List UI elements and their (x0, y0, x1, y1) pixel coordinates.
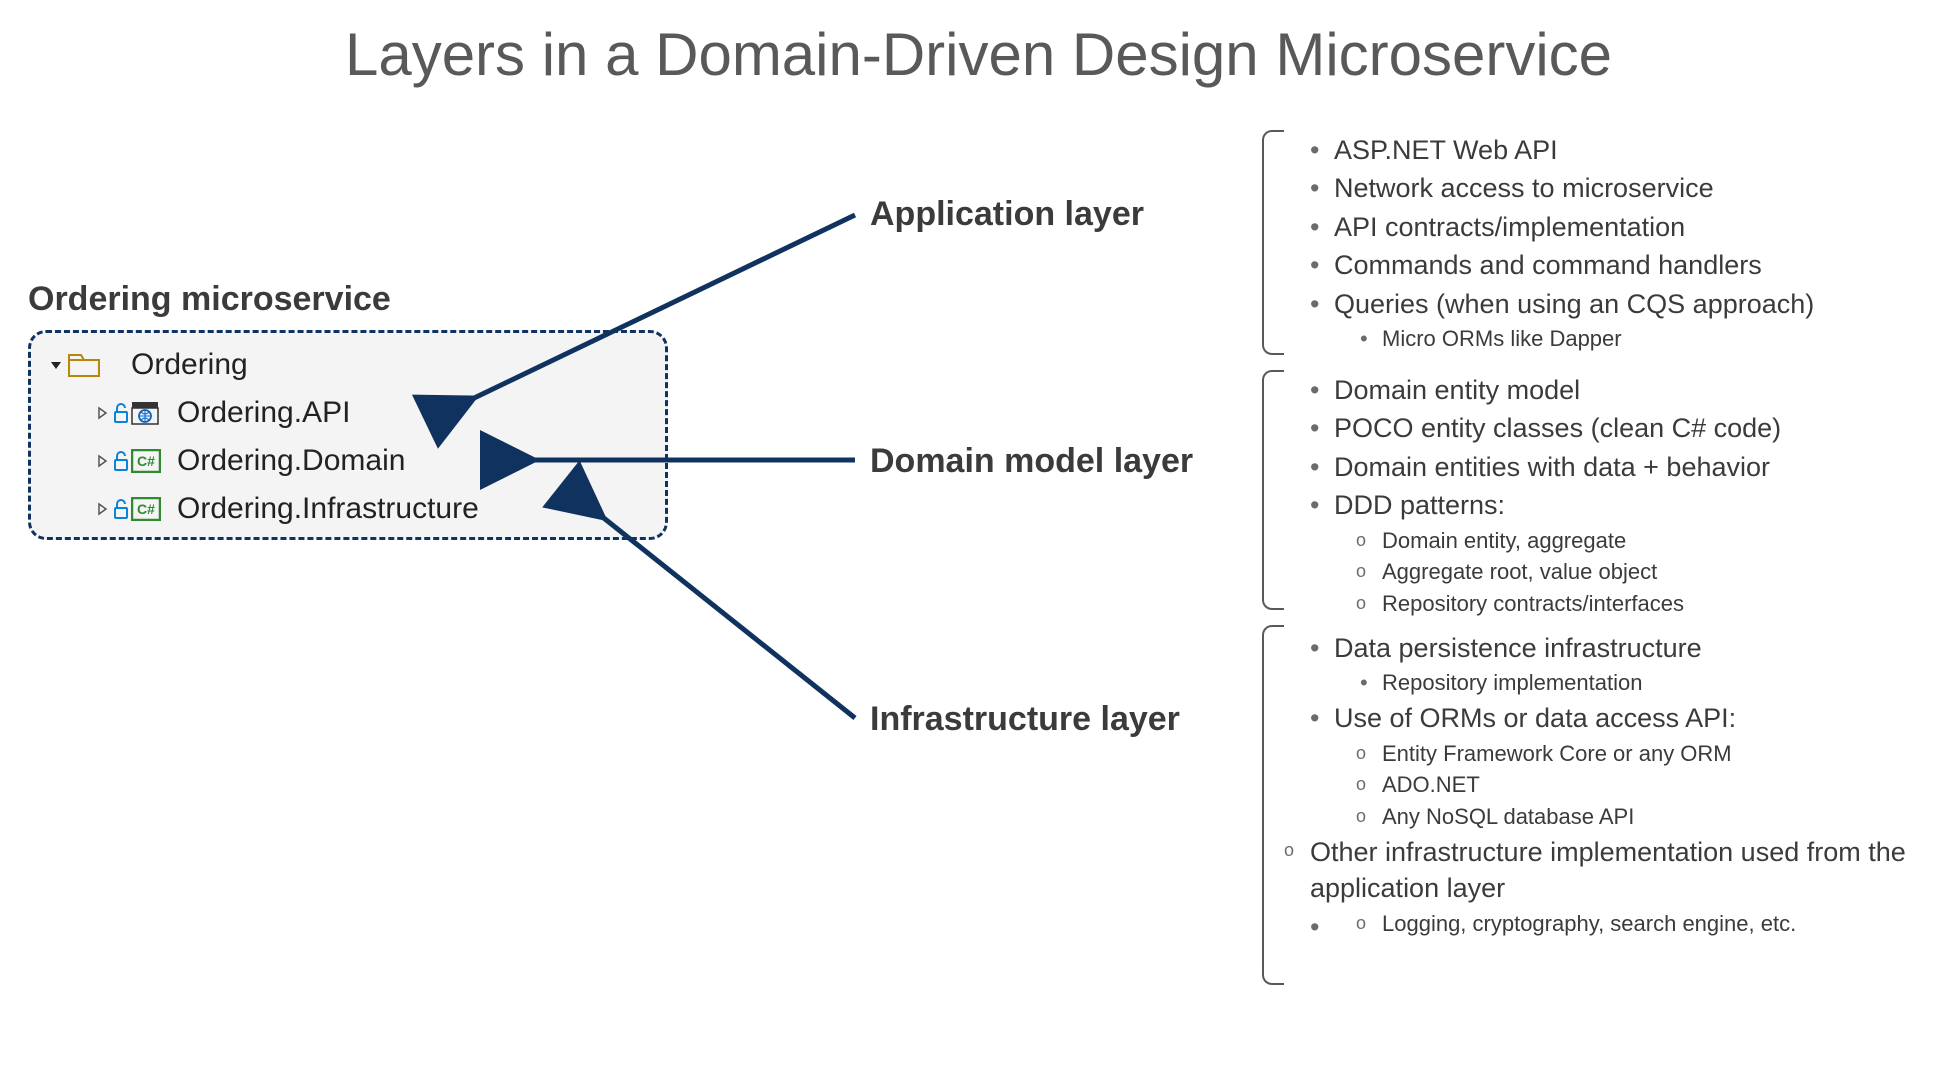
expand-closed-icon (91, 406, 113, 420)
list-item: Logging, cryptography, search engine, et… (1382, 909, 1940, 939)
expand-closed-icon (91, 454, 113, 468)
brace-icon (1262, 370, 1284, 610)
solution-explorer-panel: Ordering Ordering.API (28, 330, 668, 540)
list-item: Other infrastructure implementation used… (1310, 834, 1940, 907)
lock-and-web-icon (113, 401, 171, 425)
list-item: Commands and command handlers (1334, 247, 1920, 283)
tree-root-label: Ordering (125, 348, 248, 382)
list-item: API contracts/implementation (1334, 209, 1920, 245)
list-item: Repository contracts/interfaces (1382, 589, 1920, 619)
list-item: Any NoSQL database API (1382, 802, 1940, 832)
application-bullets: ASP.NET Web API Network access to micros… (1300, 130, 1920, 356)
list-item: Domain entity model (1334, 372, 1920, 408)
folder-icon (67, 352, 125, 378)
lock-and-csharp-icon: C# (113, 497, 171, 521)
svg-text:C#: C# (137, 453, 155, 469)
list-item: DDD patterns: Domain entity, aggregate A… (1334, 487, 1920, 619)
list-item: Repository implementation (1382, 668, 1940, 698)
list-item: Aggregate root, value object (1382, 557, 1920, 587)
project-label: Ordering.Infrastructure (171, 492, 479, 526)
expand-open-icon (45, 358, 67, 372)
page-title: Layers in a Domain-Driven Design Microse… (0, 20, 1957, 89)
list-item: Network access to microservice (1334, 170, 1920, 206)
application-layer-heading: Application layer (870, 195, 1144, 234)
diagram-canvas: Layers in a Domain-Driven Design Microse… (0, 0, 1957, 1084)
list-item: ADO.NET (1382, 770, 1940, 800)
expand-closed-icon (91, 502, 113, 516)
project-label: Ordering.Domain (171, 444, 405, 478)
tree-project-row[interactable]: Ordering.API (45, 389, 651, 437)
tree-root-row[interactable]: Ordering (45, 341, 651, 389)
list-item: Domain entity, aggregate (1382, 526, 1920, 556)
brace-icon (1262, 625, 1284, 985)
tree-project-row[interactable]: C# Ordering.Infrastructure (45, 485, 651, 533)
lock-and-csharp-icon: C# (113, 449, 171, 473)
list-item: Use of ORMs or data access API: Entity F… (1334, 700, 1940, 832)
list-item: Data persistence infrastructure Reposito… (1334, 630, 1940, 698)
list-item: Domain entities with data + behavior (1334, 449, 1920, 485)
list-item: POCO entity classes (clean C# code) (1334, 410, 1920, 446)
project-label: Ordering.API (171, 396, 350, 430)
list-item: Micro ORMs like Dapper (1382, 324, 1920, 354)
infrastructure-layer-heading: Infrastructure layer (870, 700, 1180, 739)
microservice-label: Ordering microservice (28, 280, 391, 319)
list-item: Queries (when using an CQS approach) Mic… (1334, 286, 1920, 354)
domain-layer-heading: Domain model layer (870, 442, 1193, 481)
infrastructure-bullets: Data persistence infrastructure Reposito… (1300, 628, 1940, 940)
domain-bullets: Domain entity model POCO entity classes … (1300, 370, 1920, 621)
svg-text:C#: C# (137, 501, 155, 517)
tree-project-row[interactable]: C# Ordering.Domain (45, 437, 651, 485)
list-item: ASP.NET Web API (1334, 132, 1920, 168)
list-item: Entity Framework Core or any ORM (1382, 739, 1940, 769)
brace-icon (1262, 130, 1284, 355)
